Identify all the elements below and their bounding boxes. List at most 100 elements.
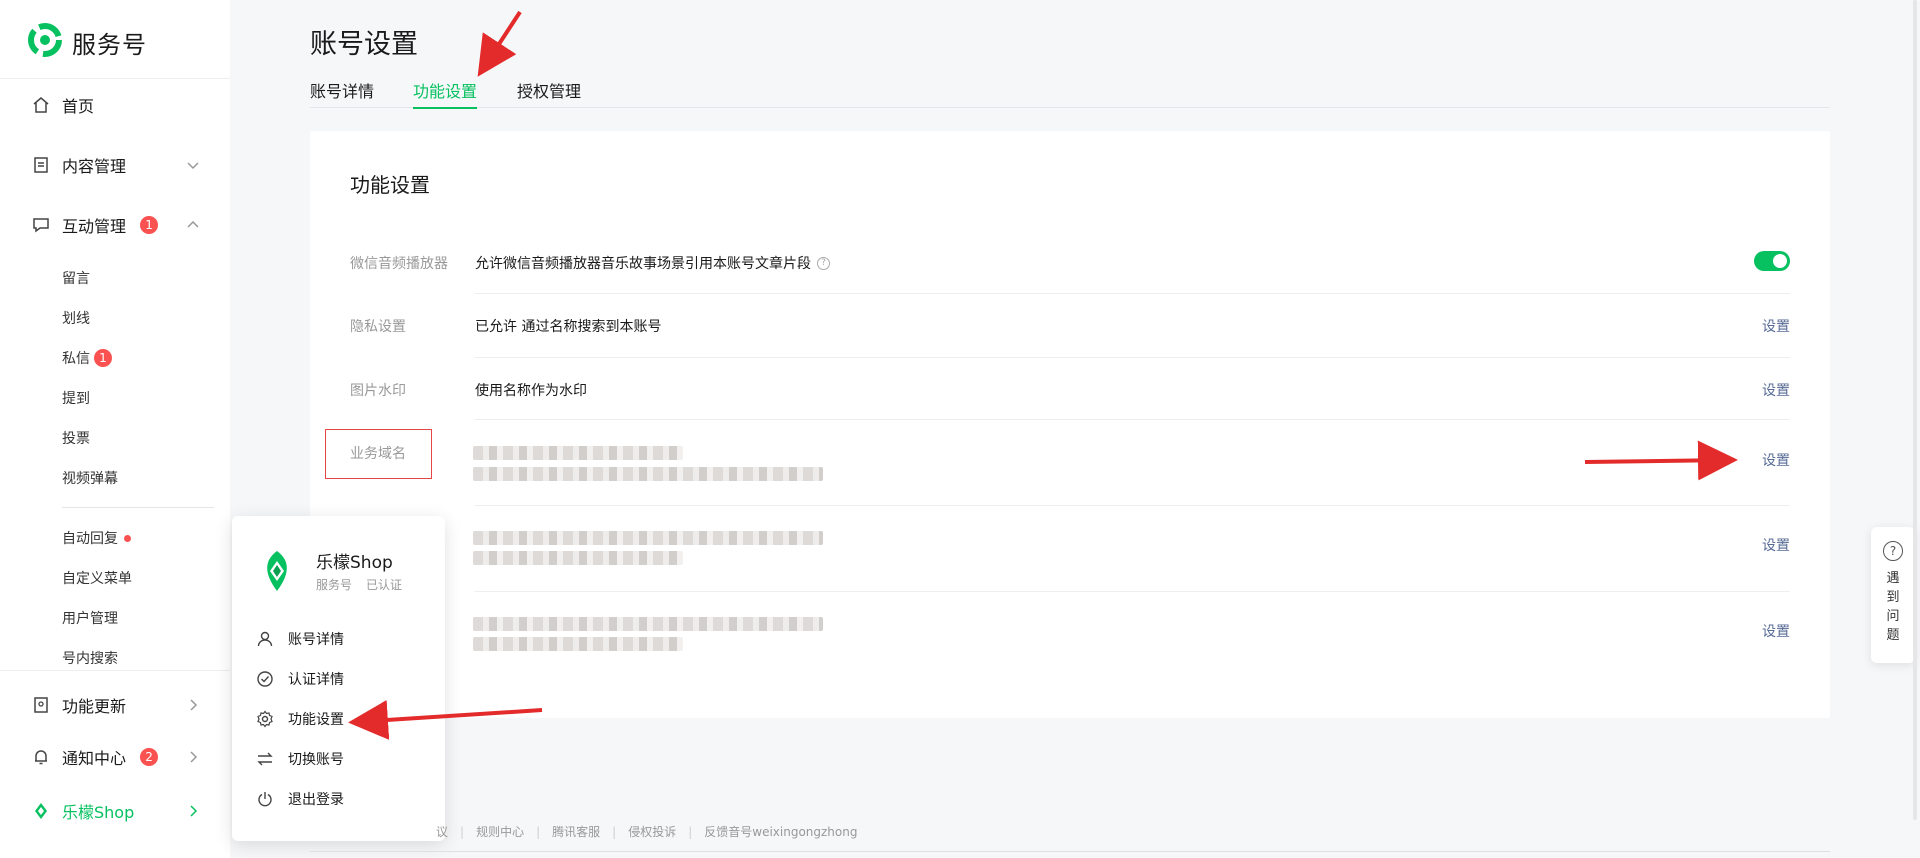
scrollbar[interactable] xyxy=(1913,0,1917,820)
footer-separator: | xyxy=(536,824,541,839)
home-icon xyxy=(32,96,50,114)
sub-item-custom-menu[interactable]: 自定义菜单 xyxy=(62,566,132,590)
private-msg-badge: 1 xyxy=(94,349,112,367)
account-type: 服务号 xyxy=(316,578,353,592)
tab-bar: 账号详情 功能设置 授权管理 xyxy=(310,78,1830,109)
account-logo-icon xyxy=(260,549,294,593)
chevron-right-icon[interactable] xyxy=(186,698,200,712)
chevron-up-icon[interactable] xyxy=(186,218,200,232)
feature-settings-card: 功能设置 微信音频播放器 允许微信音频播放器音乐故事场景引用本账号文章片段 ? … xyxy=(310,131,1830,718)
document-icon xyxy=(32,156,50,174)
account-logo-icon xyxy=(32,802,50,820)
popup-item-label: 退出登录 xyxy=(288,792,344,808)
help-float-button[interactable]: ? 遇到问题 xyxy=(1871,527,1915,663)
notification-badge: 2 xyxy=(140,748,159,766)
nav-interaction[interactable]: 互动管理 1 xyxy=(32,210,159,240)
tab-account-details[interactable]: 账号详情 xyxy=(310,78,374,108)
popup-item-account-details[interactable]: 账号详情 xyxy=(256,628,344,650)
row-divider xyxy=(475,293,1790,294)
chevron-right-icon[interactable] xyxy=(186,750,200,764)
chevron-right-icon[interactable] xyxy=(186,804,200,818)
nav-interaction-label: 互动管理 xyxy=(62,217,127,236)
divider xyxy=(0,78,230,79)
footer-separator: | xyxy=(688,824,693,839)
blurred-content xyxy=(473,446,683,460)
popup-item-verification[interactable]: 认证详情 xyxy=(256,668,344,690)
account-status: 已认证 xyxy=(366,578,403,592)
row-divider xyxy=(475,591,1790,592)
divider xyxy=(62,507,214,508)
footer-links: 议 | 规则中心 | 腾讯客服 | 侵权投诉 | 反馈音号weixingongz… xyxy=(436,823,857,840)
divider xyxy=(310,851,1830,852)
row-divider xyxy=(475,505,1790,506)
footer-link[interactable]: 规则中心 xyxy=(476,823,524,840)
sub-item-vote[interactable]: 投票 xyxy=(62,426,90,450)
nav-feature-update[interactable]: 功能更新 xyxy=(32,690,126,720)
nav-account[interactable]: 乐檬Shop xyxy=(32,796,134,826)
chat-icon xyxy=(32,216,50,234)
blurred-content xyxy=(473,551,683,565)
book-icon xyxy=(32,696,50,714)
footer-separator: | xyxy=(612,824,617,839)
row5-settings-link[interactable]: 设置 xyxy=(1762,621,1790,641)
gear-icon xyxy=(256,710,274,728)
popup-item-label: 切换账号 xyxy=(288,752,344,768)
popup-item-switch-account[interactable]: 切换账号 xyxy=(256,748,344,770)
red-dot xyxy=(124,534,131,542)
sub-item-private-msg[interactable]: 私信 1 xyxy=(62,346,112,370)
sub-item-private-msg-label: 私信 xyxy=(62,351,90,367)
tab-authorization[interactable]: 授权管理 xyxy=(517,78,581,108)
nav-home[interactable]: 首页 xyxy=(32,90,94,120)
nav-content-label: 内容管理 xyxy=(62,157,127,176)
popup-item-label: 账号详情 xyxy=(288,632,344,648)
row-label-watermark: 图片水印 xyxy=(350,383,406,399)
page-title: 账号设置 xyxy=(310,29,418,60)
question-icon: ? xyxy=(1883,541,1903,561)
footer-link[interactable]: 反馈音号weixingongzhong xyxy=(704,823,857,840)
nav-notification-label: 通知中心 xyxy=(62,749,127,768)
sub-item-video-danmaku[interactable]: 视频弹幕 xyxy=(62,466,118,490)
chevron-down-icon[interactable] xyxy=(186,158,200,172)
popup-item-label: 认证详情 xyxy=(288,672,344,688)
row-divider xyxy=(475,357,1790,358)
blurred-content xyxy=(473,637,683,651)
help-icon[interactable]: ? xyxy=(817,256,830,270)
audio-player-desc: 允许微信音频播放器音乐故事场景引用本账号文章片段 xyxy=(475,256,811,272)
popup-item-feature-settings[interactable]: 功能设置 xyxy=(256,708,344,730)
wechat-service-logo-icon xyxy=(28,23,62,61)
footer-link[interactable]: 腾讯客服 xyxy=(552,823,600,840)
audio-player-toggle[interactable] xyxy=(1754,251,1790,271)
sub-item-underline[interactable]: 划线 xyxy=(62,306,90,330)
blurred-content xyxy=(473,617,823,631)
nav-content[interactable]: 内容管理 xyxy=(32,150,126,180)
footer-link[interactable]: 侵权投诉 xyxy=(628,823,676,840)
row-label-audio-player: 微信音频播放器 xyxy=(350,256,448,272)
row4-settings-link[interactable]: 设置 xyxy=(1762,535,1790,555)
account-name: 乐檬Shop xyxy=(316,553,393,573)
nav-notification[interactable]: 通知中心 2 xyxy=(32,742,159,772)
tab-feature-settings[interactable]: 功能设置 xyxy=(413,78,478,109)
sidebar: 服务号 首页 内容管理 互动管理 1 留言 划线 私信 1 提到 投票 视频弹幕… xyxy=(0,0,230,858)
brand-title: 服务号 xyxy=(72,30,147,59)
sub-item-message[interactable]: 留言 xyxy=(62,266,90,290)
footer-link[interactable]: 议 xyxy=(436,823,448,840)
business-domain-settings-link[interactable]: 设置 xyxy=(1762,450,1790,470)
account-popup: 乐檬Shop 服务号 已认证 账号详情 认证详情 功能设置 切换账号 退出登录 xyxy=(232,516,445,841)
watermark-settings-link[interactable]: 设置 xyxy=(1762,380,1790,400)
interaction-badge: 1 xyxy=(140,216,159,234)
row-desc-watermark: 使用名称作为水印 xyxy=(475,383,587,399)
check-circle-icon xyxy=(256,670,274,688)
help-label: 遇到问题 xyxy=(1886,571,1900,643)
sub-item-auto-reply-label: 自动回复 xyxy=(62,531,118,547)
privacy-settings-link[interactable]: 设置 xyxy=(1762,316,1790,336)
brand[interactable]: 服务号 xyxy=(28,23,147,61)
sub-item-user-mgmt[interactable]: 用户管理 xyxy=(62,606,118,630)
popup-item-logout[interactable]: 退出登录 xyxy=(256,788,344,810)
sub-item-auto-reply[interactable]: 自动回复 xyxy=(62,526,131,550)
annotation-highlight-box xyxy=(325,429,432,479)
sub-item-mention[interactable]: 提到 xyxy=(62,386,90,410)
blurred-content xyxy=(473,531,823,545)
row-divider xyxy=(475,419,1790,420)
sub-item-search[interactable]: 号内搜索 xyxy=(62,646,118,670)
footer-separator: | xyxy=(460,824,465,839)
